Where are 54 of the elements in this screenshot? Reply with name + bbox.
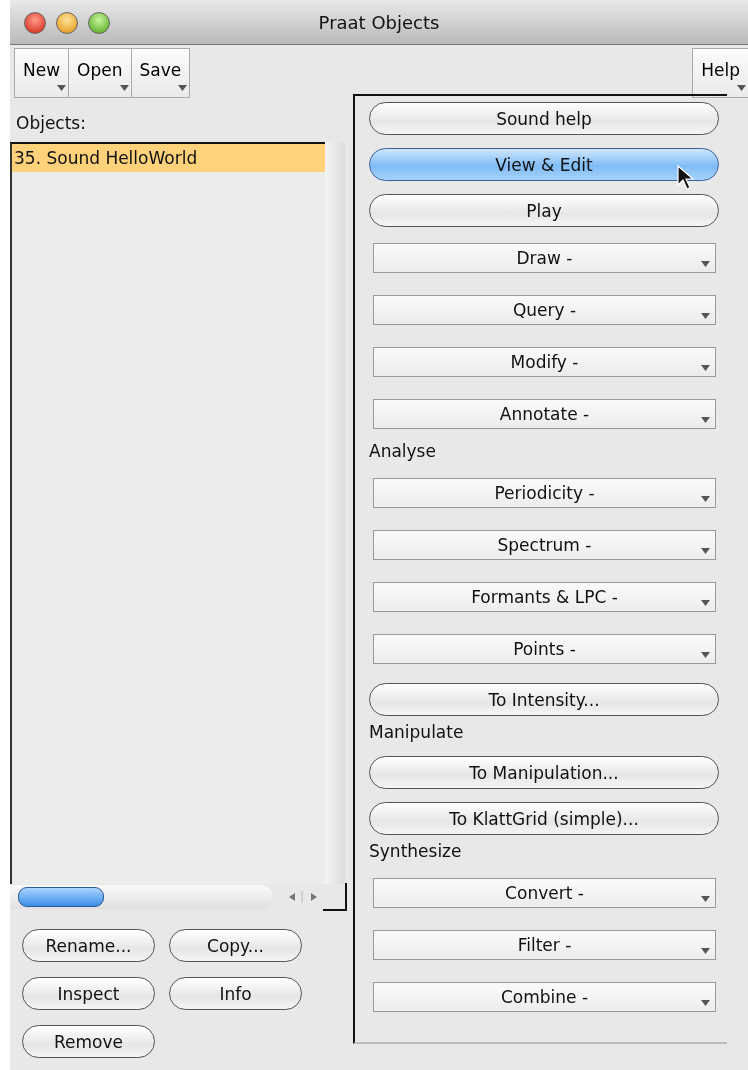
caret-icon bbox=[701, 261, 710, 267]
caret-icon bbox=[178, 85, 188, 91]
menu-button[interactable]: Convert - bbox=[373, 878, 716, 908]
caret-icon bbox=[701, 417, 710, 423]
caret-icon bbox=[737, 85, 746, 91]
menu-button[interactable]: Annotate - bbox=[373, 399, 716, 429]
zoom-button[interactable] bbox=[88, 12, 110, 34]
menu-button[interactable]: Query - bbox=[373, 295, 716, 325]
menu-button[interactable]: Combine - bbox=[373, 982, 716, 1012]
window-title: Praat Objects bbox=[318, 11, 440, 33]
caret-icon bbox=[701, 496, 710, 502]
menu-button[interactable]: Draw - bbox=[373, 243, 716, 273]
section-heading: Synthesize bbox=[369, 840, 462, 862]
pointer-icon bbox=[677, 165, 695, 191]
menu-button[interactable]: Help bbox=[692, 48, 748, 98]
action-button[interactable]: To Manipulation... bbox=[369, 756, 719, 789]
caret-icon bbox=[701, 548, 710, 554]
menu-button[interactable]: Modify - bbox=[373, 347, 716, 377]
menu-button[interactable]: Periodicity - bbox=[373, 478, 716, 508]
menu-button[interactable]: Filter - bbox=[373, 930, 716, 960]
caret-icon bbox=[701, 948, 710, 954]
action-button[interactable]: To Intensity... bbox=[369, 683, 719, 716]
action-button[interactable]: Rename... bbox=[22, 929, 155, 962]
caret-icon bbox=[701, 896, 710, 902]
scroll-bar[interactable] bbox=[10, 885, 273, 909]
objects-label: Objects: bbox=[15, 112, 86, 135]
action-button[interactable]: To KlattGrid (simple)... bbox=[369, 802, 719, 835]
close-button[interactable] bbox=[24, 12, 46, 34]
menu-button[interactable]: Points - bbox=[373, 634, 716, 664]
scroll-thumb[interactable] bbox=[18, 887, 104, 907]
action-button[interactable]: Copy... bbox=[169, 929, 302, 962]
menu-button[interactable]: Formants & LPC - bbox=[373, 582, 716, 612]
object-item[interactable]: 35. Sound HelloWorld bbox=[12, 144, 325, 172]
menu-button[interactable]: Save bbox=[130, 48, 191, 98]
caret-icon bbox=[701, 600, 710, 606]
caret-icon bbox=[119, 85, 129, 91]
caret-icon bbox=[701, 365, 710, 371]
section-heading: Analyse bbox=[369, 440, 436, 462]
scroll-corner bbox=[323, 883, 347, 911]
action-button[interactable]: View & Edit bbox=[369, 148, 719, 181]
caret-icon bbox=[57, 85, 67, 91]
section-heading: Manipulate bbox=[369, 721, 464, 743]
action-button[interactable]: Play bbox=[369, 194, 719, 227]
caret-icon bbox=[701, 652, 710, 658]
action-button[interactable]: Remove bbox=[22, 1025, 155, 1058]
action-button[interactable]: Sound help bbox=[369, 102, 719, 135]
action-button[interactable]: Inspect bbox=[22, 977, 155, 1010]
menu-button[interactable]: New bbox=[14, 48, 70, 98]
menu-button[interactable]: Open bbox=[68, 48, 132, 98]
action-button[interactable]: Info bbox=[169, 977, 302, 1010]
menu-button[interactable]: Spectrum - bbox=[373, 530, 716, 560]
minimize-button[interactable] bbox=[56, 12, 78, 34]
caret-icon bbox=[701, 313, 710, 319]
caret-icon bbox=[701, 1000, 710, 1006]
